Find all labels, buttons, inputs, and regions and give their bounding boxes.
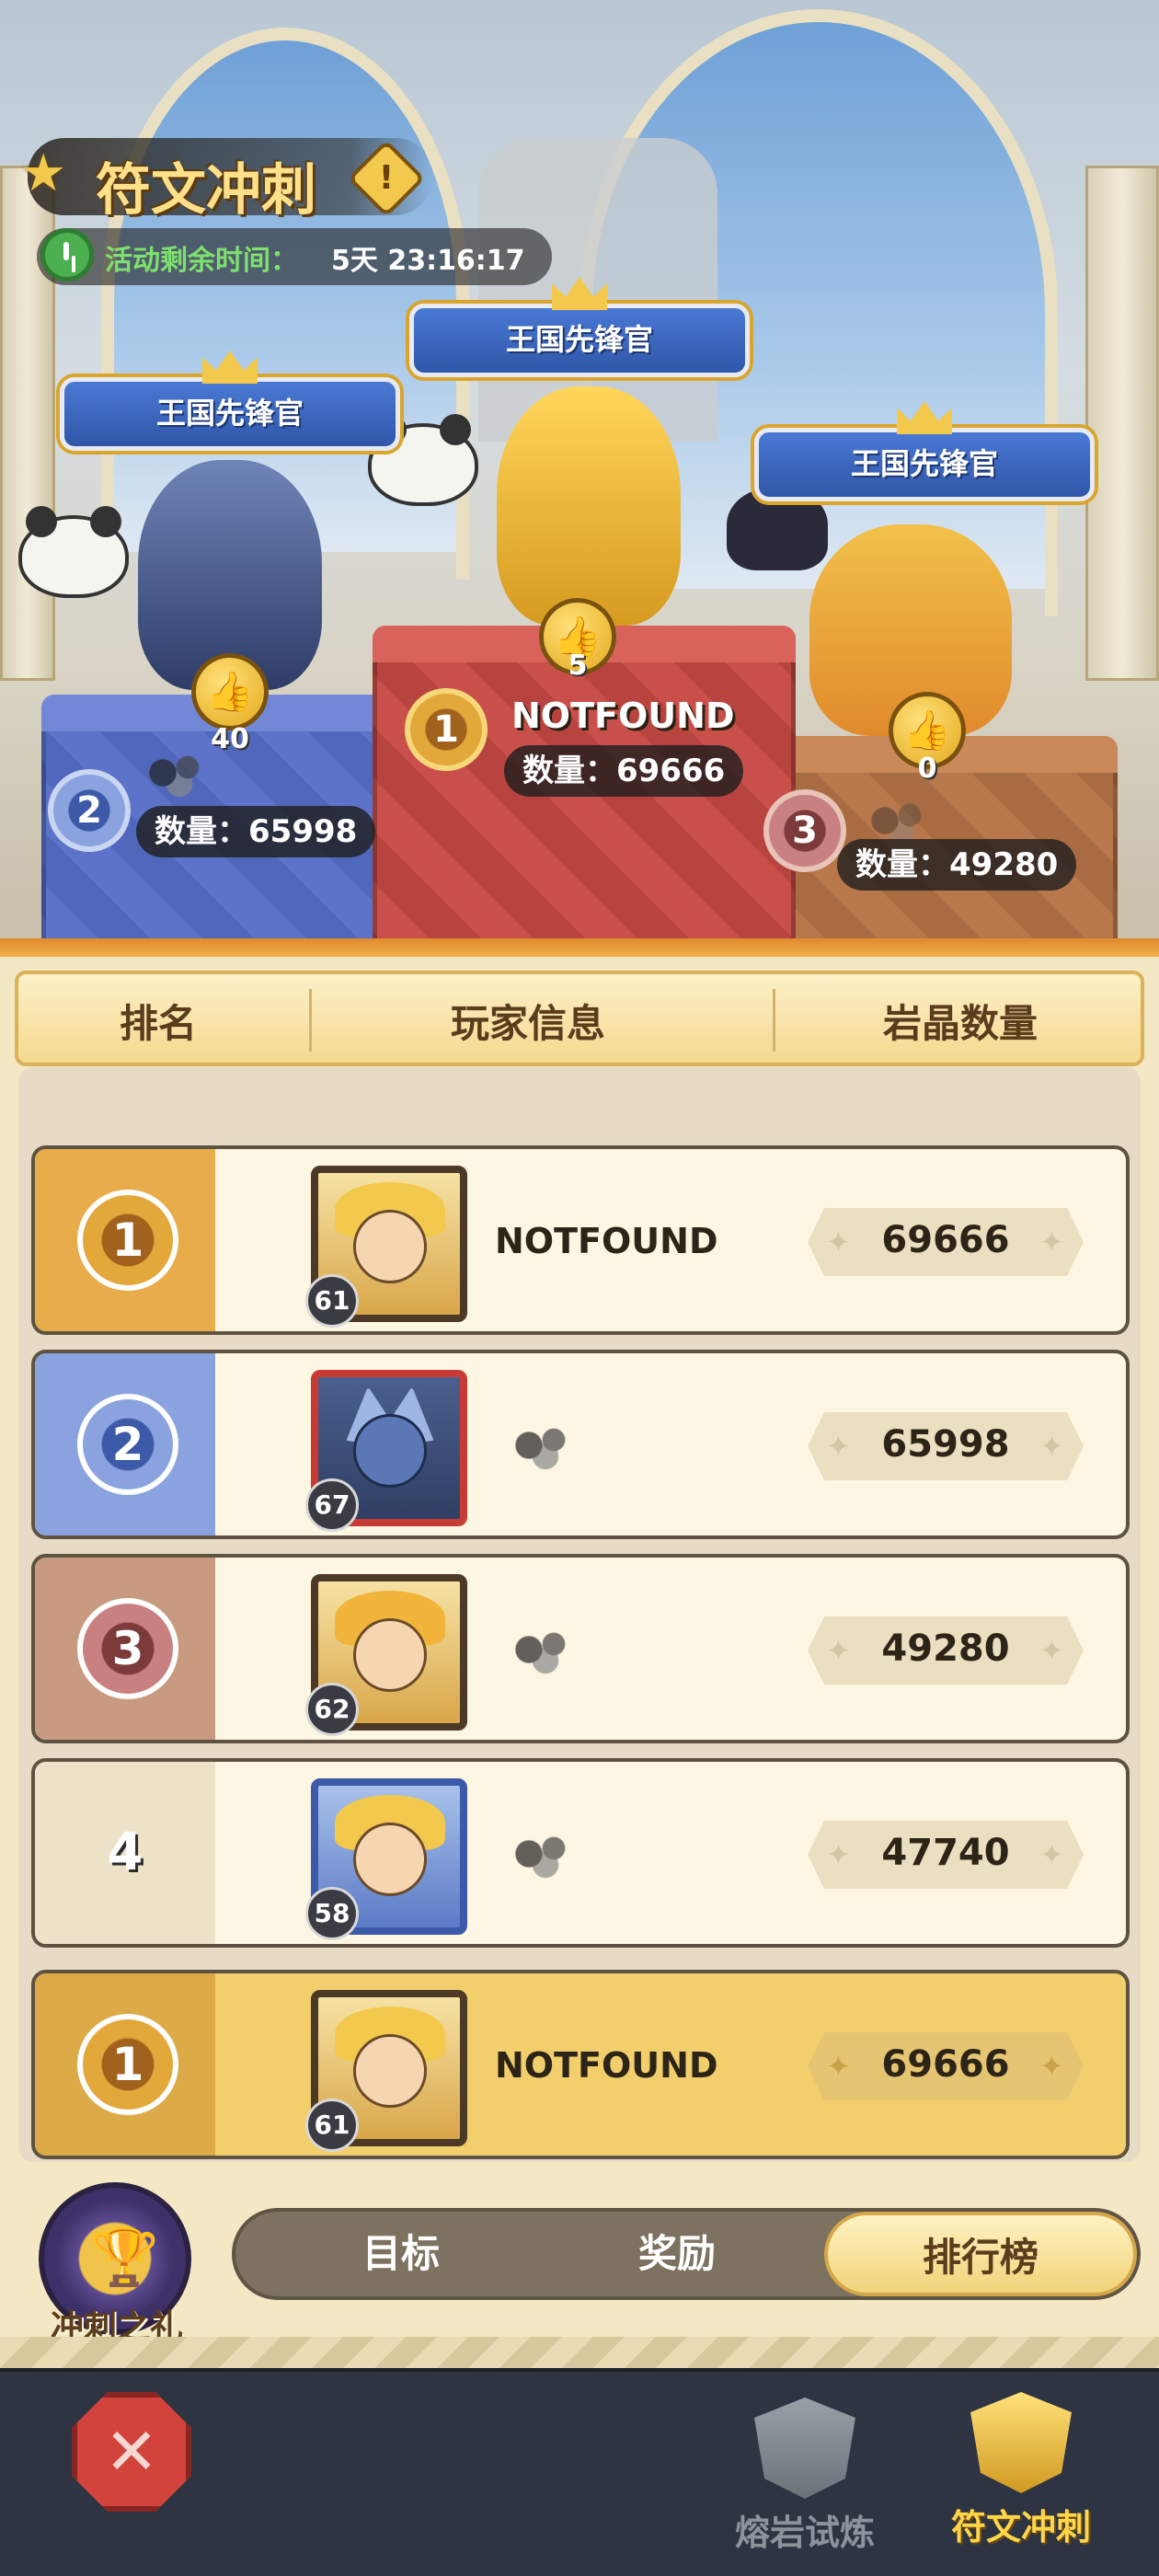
star-icon: ★ (20, 144, 67, 203)
thumbs-up-icon: 👍 (205, 669, 255, 714)
header-divider (309, 989, 312, 1052)
crystal-value: 49280 (881, 1627, 1010, 1670)
panel-divider (0, 938, 1159, 957)
pillar (1085, 166, 1159, 681)
tab-bar: 目标 奖励 排行榜 (232, 2208, 1141, 2300)
censored-name (504, 1826, 587, 1881)
nav-rune-sprint[interactable]: 符文冲刺 (929, 2392, 1113, 2549)
event-title: 符文冲刺 (96, 158, 316, 223)
level-badge: 62 (305, 1683, 359, 1736)
nav-rune-sprint-label: 符文冲刺 (950, 2507, 1091, 2547)
crystal-count-pill: ✦ ✦ 47740 (808, 1821, 1084, 1889)
vanguard-banner-second: 王国先锋官 (60, 351, 400, 451)
clock-icon (40, 228, 94, 282)
timer-label: 活动剩余时间： (105, 245, 298, 277)
podium-scene: 王国先锋官 王国先锋官 王国先锋官 👍 5 👍 40 👍 0 1 2 3 NOT… (0, 0, 1159, 943)
crystal-count-pill: ✦ ✦ 69666 (808, 1208, 1084, 1276)
avatar[interactable]: 62 (305, 1574, 467, 1736)
banner-title: 王国先锋官 (505, 322, 653, 357)
avatar[interactable]: 58 (305, 1778, 467, 1940)
crossed-swords-icon[interactable]: ✕ (72, 2392, 191, 2512)
decorative-band (0, 2337, 1159, 2368)
trophy-icon: 🏆 (90, 2225, 159, 2290)
avatar[interactable]: 61 (305, 1166, 467, 1328)
crystal-count-pill: ✦ ✦ 69666 (808, 2032, 1084, 2100)
second-count: 数量：65998 (136, 806, 376, 857)
avatar[interactable]: 61 (305, 1990, 467, 2152)
crystal-value: 69666 (881, 2043, 1010, 2086)
rank-medal: 2 (77, 1394, 178, 1495)
crystal-value: 69666 (881, 1219, 1010, 1261)
thumbs-up-icon: 👍 (902, 707, 952, 753)
like-count-third: 0 (917, 753, 937, 785)
leaderboard-header: 排名 玩家信息 岩晶数量 (15, 971, 1144, 1066)
censored-name (504, 1418, 587, 1473)
player-name: NOTFOUND (495, 2045, 718, 2086)
rank-medal: 1 (77, 1190, 178, 1291)
censored-name (504, 1622, 587, 1677)
table-row[interactable]: 1 61 NOTFOUND ✦ ✦ 69666 (31, 1145, 1130, 1335)
rank-number: 4 (107, 1823, 143, 1882)
timer-value: 5天 23:16:17 (331, 245, 525, 277)
first-place-character[interactable] (497, 386, 681, 626)
first-count: 数量：69666 (504, 745, 744, 797)
crystal-count-pill: ✦ ✦ 49280 (808, 1616, 1084, 1685)
player-name: NOTFOUND (495, 1221, 718, 1261)
tab-goals[interactable]: 目标 (291, 2212, 511, 2296)
rank-medal-second: 2 (48, 769, 131, 852)
crystal-value: 47740 (881, 1832, 1010, 1874)
sword-emblem-icon (970, 2392, 1072, 2493)
level-badge: 67 (305, 1478, 359, 1532)
banner-title: 王国先锋官 (850, 446, 998, 481)
panda-pet (18, 506, 129, 598)
avatar[interactable]: 67 (305, 1370, 467, 1532)
level-badge: 61 (305, 2099, 359, 2152)
banner-title: 王国先锋官 (155, 396, 304, 431)
third-count: 数量：49280 (837, 839, 1077, 891)
vanguard-banner-first: 王国先锋官 (409, 277, 750, 377)
vanguard-banner-third: 王国先锋官 (754, 401, 1095, 501)
nav-lava-trial[interactable]: 熔岩试炼 (713, 2398, 897, 2555)
first-player-name: NOTFOUND (511, 696, 735, 736)
header-player-info: 玩家信息 (451, 1001, 606, 1046)
rank-medal-third: 3 (763, 789, 846, 872)
header-rank: 排名 (120, 1001, 198, 1046)
table-row[interactable]: 4 58 ✦ ✦ 47740 (31, 1758, 1130, 1948)
tab-rewards[interactable]: 奖励 (567, 2212, 787, 2296)
level-badge: 61 (305, 1274, 359, 1328)
nav-lava-trial-label: 熔岩试炼 (734, 2513, 875, 2553)
like-count-first: 5 (568, 650, 588, 682)
table-row[interactable]: 3 62 ✦ ✦ 49280 (31, 1554, 1130, 1743)
rank-medal-first: 1 (405, 688, 488, 771)
crystal-count-pill: ✦ ✦ 65998 (808, 1412, 1084, 1480)
my-rank-row[interactable]: 1 61 NOTFOUND ✦ ✦ 69666 (31, 1970, 1130, 2159)
rank-medal: 1 (77, 2014, 178, 2115)
level-badge: 58 (305, 1887, 359, 1940)
shield-icon (754, 2398, 855, 2499)
table-row[interactable]: 2 67 ✦ ✦ 65998 (31, 1350, 1130, 1539)
tab-leaderboard[interactable]: 排行榜 (824, 2212, 1137, 2296)
like-button-second[interactable]: 👍 (191, 653, 269, 730)
header-divider (773, 989, 775, 1052)
rank-medal: 3 (77, 1598, 178, 1699)
header-crystal-count: 岩晶数量 (883, 1001, 1039, 1046)
crystal-value: 65998 (881, 1423, 1010, 1466)
censored-name (138, 745, 221, 800)
